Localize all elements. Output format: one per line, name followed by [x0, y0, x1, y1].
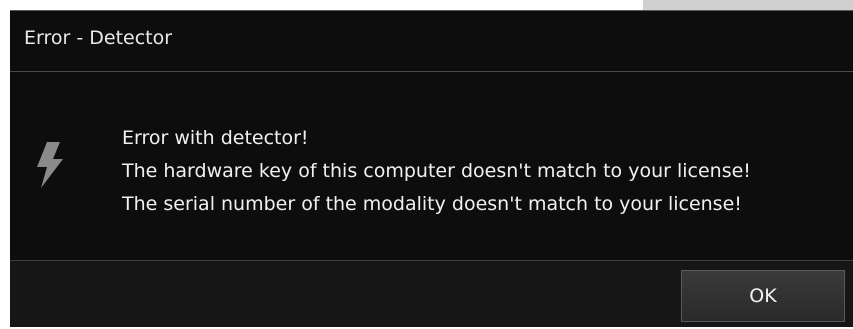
- error-message-serial-number: The serial number of the modality doesn'…: [122, 193, 742, 215]
- dialog-titlebar[interactable]: Error - Detector: [10, 11, 853, 72]
- ok-button[interactable]: OK: [681, 270, 845, 322]
- lightning-bolt-icon: [34, 140, 64, 190]
- error-message-list: Error with detector! The hardware key of…: [122, 122, 751, 221]
- background-window-edge: [643, 0, 853, 10]
- dialog-content: Error with detector! The hardware key of…: [10, 72, 853, 260]
- dialog-footer: OK: [10, 260, 853, 327]
- error-message-heading: Error with detector!: [122, 127, 309, 149]
- error-dialog: Error - Detector Error with detector! Th…: [10, 10, 853, 327]
- dialog-title: Error - Detector: [24, 27, 173, 49]
- error-message-hardware-key: The hardware key of this computer doesn'…: [122, 160, 751, 182]
